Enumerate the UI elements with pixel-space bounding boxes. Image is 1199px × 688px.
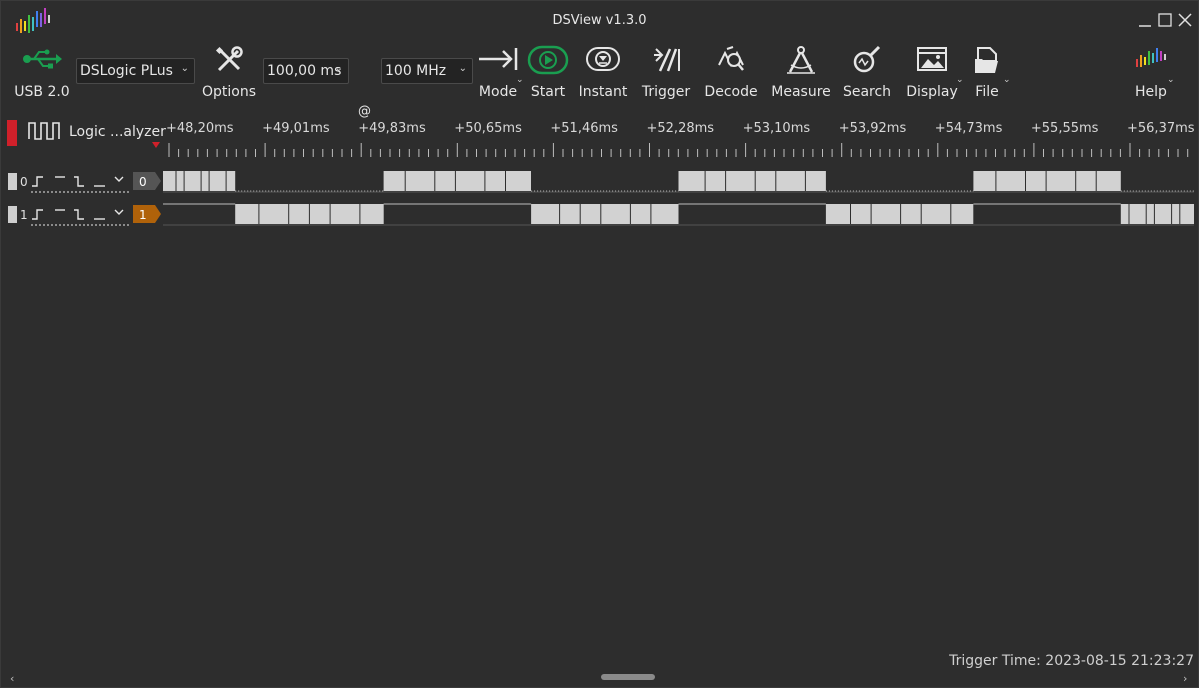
trigger-type-icons[interactable] (31, 209, 129, 226)
channel-canvas: 00 (8, 171, 1194, 193)
channel-handle[interactable] (8, 173, 17, 190)
ruler-tick-label: +54,73ms (935, 121, 1003, 136)
mode-button[interactable]: Mode (475, 41, 521, 107)
main-window: DSView v1.3.0 USB 2.0 DSLogic PLus ⌄ Opt… (0, 0, 1199, 688)
display-chevron-icon: ⌄ (956, 75, 964, 85)
group-color-marker (7, 120, 17, 146)
ruler-tick-label: +53,92ms (839, 121, 907, 136)
device-select[interactable]: DSLogic PLus ⌄ (76, 58, 195, 84)
scrollbar-handle[interactable] (601, 674, 655, 680)
ruler-tick-label: +48,20ms (166, 121, 234, 136)
channel-canvas: 11 (8, 203, 1194, 226)
ruler-tick-label: +55,55ms (1031, 121, 1099, 136)
compass-icon (787, 46, 815, 74)
measure-label: Measure (771, 84, 831, 100)
options-label: Options (201, 84, 257, 100)
help-chevron-icon: ⌄ (1167, 75, 1175, 85)
trigger-time: Trigger Time: 2023-08-15 21:23:27 (949, 653, 1194, 669)
decode-button[interactable]: Decode (701, 41, 761, 107)
trigger-label: Trigger (641, 84, 691, 100)
channel-index: 1 (20, 208, 28, 222)
waveform-high-segment (678, 171, 826, 191)
search-label: Search (842, 84, 892, 100)
display-button[interactable]: Display (903, 41, 961, 107)
close-icon[interactable] (1176, 11, 1194, 29)
samplerate-select[interactable]: 100 MHz ⌄ (381, 58, 473, 84)
channel-handle[interactable] (8, 206, 17, 223)
waveform-high-segment (531, 204, 679, 224)
time-ruler[interactable]: Logic ...alyzer +48,20ms +49,01ms +49,83ms… (1, 107, 1198, 161)
channel-row[interactable]: 11 (1, 200, 1198, 226)
minimize-icon[interactable] (1136, 11, 1154, 29)
file-button[interactable]: File (967, 41, 1007, 107)
search-icon (853, 45, 881, 73)
instant-icon (586, 47, 620, 71)
duration-select-value: 100,00 ms (267, 63, 342, 79)
tools-icon (215, 46, 243, 72)
ruler-tick-label: +49,83ms (358, 121, 426, 136)
ruler-tick-label: +56,37ms (1127, 121, 1195, 136)
display-icon (917, 47, 947, 71)
arrow-to-line-icon (479, 48, 518, 70)
search-button[interactable]: Search (839, 41, 895, 107)
file-chevron-icon: ⌄ (1003, 75, 1011, 85)
decode-icon (718, 46, 744, 71)
channel-tag[interactable] (133, 172, 161, 190)
window-title: DSView v1.3.0 (552, 13, 647, 28)
usb-label: USB 2.0 (14, 84, 70, 100)
channel-tag-label: 0 (139, 175, 147, 189)
ruler-tick-label: +49,01ms (262, 121, 330, 136)
options-button[interactable]: Options (199, 41, 259, 107)
start-button[interactable]: Start (525, 41, 571, 107)
app-logo-icon (1136, 48, 1166, 67)
help-button[interactable]: Help (1129, 41, 1173, 107)
usb-icon (23, 49, 62, 69)
waveform-high-segment (163, 171, 236, 191)
file-icon (975, 47, 998, 73)
mode-chevron-icon: ⌄ (516, 75, 524, 85)
channel-index: 0 (20, 175, 28, 189)
logic-wave-icon (28, 122, 60, 140)
trigger-icon (654, 48, 680, 72)
decode-label: Decode (704, 84, 758, 100)
ruler-tick-label: +52,28ms (647, 121, 715, 136)
waveform-high-segment (1120, 204, 1194, 224)
channel-tag-label: 1 (139, 208, 147, 222)
toolbar: USB 2.0 DSLogic PLus ⌄ Options 100,00 ms… (1, 41, 1198, 119)
trigger-marker-icon[interactable] (152, 142, 160, 148)
device-select-value: DSLogic PLus (80, 63, 173, 79)
help-label: Help (1135, 84, 1167, 100)
display-label: Display (906, 84, 958, 100)
chevron-down-icon: ⌄ (334, 63, 343, 74)
scroll-right-icon[interactable]: › (1183, 672, 1187, 685)
chevron-down-icon: ⌄ (458, 63, 467, 74)
usb-status: USB 2.0 (9, 41, 75, 107)
duration-select[interactable]: 100,00 ms ⌄ (263, 58, 349, 84)
instant-button[interactable]: Instant (575, 41, 631, 107)
waveform-high-segment (383, 171, 531, 191)
horizontal-scrollbar[interactable]: ‹ › (1, 671, 1198, 685)
group-label: Logic ...alyzer (69, 124, 166, 140)
instant-label: Instant (578, 84, 628, 100)
play-icon (527, 45, 569, 75)
ruler-tick-label: +51,46ms (550, 121, 618, 136)
ruler-canvas: Logic ...alyzer +48,20ms +49,01ms +49,83ms… (7, 120, 1195, 157)
measure-button[interactable]: Measure (767, 41, 835, 107)
ruler-tick-label: +53,10ms (743, 121, 811, 136)
file-label: File (975, 84, 999, 100)
channel-row[interactable]: 00 (1, 167, 1198, 193)
chevron-down-icon: ⌄ (180, 63, 189, 74)
trigger-type-icons[interactable] (31, 176, 129, 193)
channel-tag[interactable] (133, 205, 161, 223)
trigger-button[interactable]: Trigger (637, 41, 695, 107)
scroll-left-icon[interactable]: ‹ (10, 672, 14, 685)
samplerate-select-value: 100 MHz (385, 63, 447, 79)
mode-label: Mode (478, 84, 518, 100)
start-label: Start (530, 84, 566, 100)
title-bar: DSView v1.3.0 (1, 1, 1198, 41)
ruler-tick-label: +50,65ms (454, 121, 522, 136)
maximize-icon[interactable] (1156, 11, 1174, 29)
